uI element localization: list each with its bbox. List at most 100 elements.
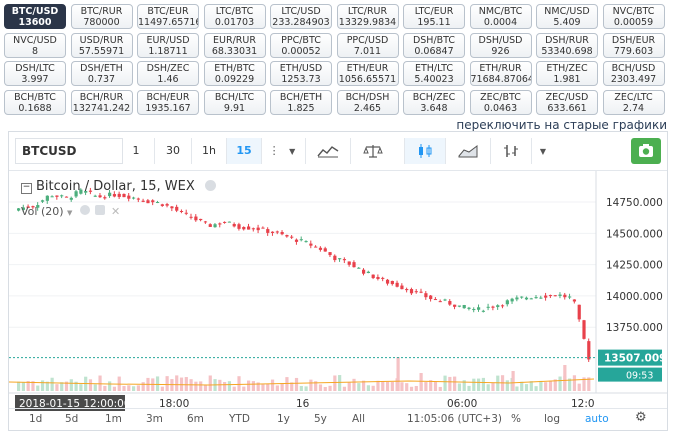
resolution-1h[interactable]: 1h: [191, 138, 226, 164]
pair-button-ppc-usd[interactable]: PPC/USD 7.011: [336, 32, 399, 58]
volume-bar: [36, 385, 40, 391]
settings-gear-icon[interactable]: ⚙: [635, 411, 647, 425]
pair-button-eth-zec[interactable]: ETH/ZEC 1.981: [536, 61, 598, 87]
volume-bar: [333, 375, 337, 391]
snapshot-button[interactable]: [631, 138, 661, 164]
range-5d[interactable]: 5d: [65, 412, 78, 426]
pair-button-bch-zec[interactable]: BCH/ZEC 3.648: [403, 90, 465, 116]
pair-button-zec-ltc[interactable]: ZEC/LTC 2.74: [602, 90, 665, 116]
pair-button-btc-usd[interactable]: BTC/USD 13600: [4, 4, 66, 29]
pair-button-bch-eur[interactable]: BCH/EUR 1935.167: [137, 90, 199, 116]
log-toggle[interactable]: log: [544, 412, 560, 426]
pair-button-ltc-btc[interactable]: LTC/BTC 0.01703: [203, 4, 266, 29]
range-3m[interactable]: 3m: [146, 412, 163, 426]
candle-body: [390, 280, 394, 285]
candle-body: [510, 298, 514, 302]
pair-button-ltc-usd[interactable]: LTC/USD 233.284903: [270, 4, 332, 29]
resolution-30[interactable]: 30: [154, 138, 191, 164]
candle-body: [443, 299, 447, 301]
auto-toggle[interactable]: auto: [585, 412, 609, 426]
eye-icon[interactable]: [79, 205, 90, 215]
volume-bar: [155, 376, 160, 391]
price-tick-label: 14000.000: [606, 291, 663, 303]
volume-bar: [275, 385, 279, 391]
pair-name: BTC/EUR: [147, 6, 189, 17]
pair-button-dsh-ltc[interactable]: DSH/LTC 3.997: [4, 61, 66, 87]
candle-body: [227, 221, 232, 223]
candle-body: [534, 297, 538, 299]
pair-button-nvc-usd[interactable]: NVC/USD 8: [4, 32, 66, 58]
pair-button-nmc-btc[interactable]: NMC/BTC 0.0004: [469, 4, 532, 29]
range-1m[interactable]: 1m: [105, 412, 122, 426]
collapse-icon[interactable]: −: [21, 183, 32, 194]
pair-button-eth-usd[interactable]: ETH/USD 1253.73: [270, 61, 332, 87]
switch-old-charts-link[interactable]: переключить на старые графики: [456, 118, 667, 132]
pair-button-eth-eur[interactable]: ETH/EUR 1056.65571: [336, 61, 399, 87]
volume-bar: [544, 382, 548, 391]
pair-button-dsh-btc[interactable]: DSH/BTC 0.06847: [403, 32, 465, 58]
pair-button-usd-rur[interactable]: USD/RUR 57.55971: [70, 32, 133, 58]
candle-body: [318, 247, 323, 250]
range-1d[interactable]: 1d: [29, 412, 42, 426]
pair-button-nmc-usd[interactable]: NMC/USD 5.409: [536, 4, 598, 29]
pair-price: 0.06847: [414, 45, 454, 57]
range-all[interactable]: All: [352, 412, 365, 426]
pair-button-bch-usd[interactable]: BCH/USD 2303.497: [602, 61, 665, 87]
settings-icon[interactable]: [95, 205, 106, 215]
pair-button-bch-eth[interactable]: BCH/ETH 1.825: [270, 90, 332, 116]
candle-body: [477, 307, 481, 310]
resolution-15[interactable]: 15: [226, 138, 261, 164]
symbol-search[interactable]: BTCUSD: [15, 138, 123, 164]
pair-button-eur-rur[interactable]: EUR/RUR 68.33031: [203, 32, 266, 58]
eye-icon[interactable]: [204, 180, 216, 191]
pair-button-dsh-eur[interactable]: DSH/EUR 779.603: [602, 32, 665, 58]
pair-button-zec-usd[interactable]: ZEC/USD 633.661: [536, 90, 598, 116]
pair-button-eth-ltc[interactable]: ETH/LTC 5.40023: [403, 61, 465, 87]
pair-button-btc-rur[interactable]: BTC/RUR 780000: [70, 4, 133, 29]
range-6m[interactable]: 6m: [187, 412, 204, 426]
range-ytd[interactable]: YTD: [229, 412, 250, 426]
pair-button-ppc-btc[interactable]: PPC/BTC 0.00052: [270, 32, 332, 58]
range-5y[interactable]: 5y: [314, 412, 327, 426]
pair-button-ltc-rur[interactable]: LTC/RUR 13329.9834: [336, 4, 399, 29]
pair-button-bch-rur[interactable]: BCH/RUR 132741.242: [70, 90, 133, 116]
volume-bar: [112, 386, 117, 391]
chart-type-candles[interactable]: [404, 138, 445, 164]
chart-type-menu[interactable]: ▼: [531, 138, 554, 164]
pair-button-bch-ltc[interactable]: BCH/LTC 9.91: [203, 90, 266, 116]
volume-bar: [347, 382, 351, 391]
pair-button-dsh-rur[interactable]: DSH/RUR 53340.698: [536, 32, 598, 58]
volume-bar: [218, 379, 222, 391]
volume-bar: [318, 384, 323, 391]
indicators-button[interactable]: [305, 138, 350, 164]
pair-button-ltc-eur[interactable]: LTC/EUR 195.11: [403, 4, 465, 29]
compare-button[interactable]: [350, 138, 395, 164]
resolution-menu-button[interactable]: ⋮ ▼: [261, 138, 302, 164]
pair-button-dsh-usd[interactable]: DSH/USD 926: [469, 32, 532, 58]
resolution-1[interactable]: 1: [119, 138, 153, 164]
close-icon[interactable]: ✕: [111, 205, 120, 218]
pair-button-btc-eur[interactable]: BTC/EUR 11497.65716: [137, 4, 199, 29]
pair-price: 1935.167: [145, 103, 191, 115]
volume-bar: [122, 386, 126, 391]
percent-toggle[interactable]: %: [511, 412, 521, 426]
chart-type-bars[interactable]: [490, 138, 531, 164]
chart-type-area[interactable]: [445, 138, 490, 164]
pair-button-dsh-zec[interactable]: DSH/ZEC 1.46: [137, 61, 199, 87]
range-1y[interactable]: 1y: [277, 412, 290, 426]
candle-body: [136, 198, 140, 200]
pair-button-eth-rur[interactable]: ETH/RUR 71684.87064: [469, 61, 532, 87]
candle-body: [544, 295, 548, 298]
pair-button-bch-btc[interactable]: BCH/BTC 0.1688: [4, 90, 66, 116]
pair-button-eth-btc[interactable]: ETH/BTC 0.09229: [203, 61, 266, 87]
pair-button-bch-dsh[interactable]: BCH/DSH 2.465: [336, 90, 399, 116]
candle-body: [237, 224, 241, 229]
candle-body: [385, 279, 390, 284]
pair-button-dsh-eth[interactable]: DSH/ETH 0.737: [70, 61, 133, 87]
pair-name: PPC/BTC: [281, 34, 321, 46]
chevron-down-icon[interactable]: ▼: [67, 209, 72, 217]
pair-price: 0.1688: [18, 103, 52, 115]
pair-button-zec-btc[interactable]: ZEC/BTC 0.0463: [469, 90, 532, 116]
pair-button-nvc-btc[interactable]: NVC/BTC 0.00059: [602, 4, 665, 29]
pair-button-eur-usd[interactable]: EUR/USD 1.18711: [137, 32, 199, 58]
